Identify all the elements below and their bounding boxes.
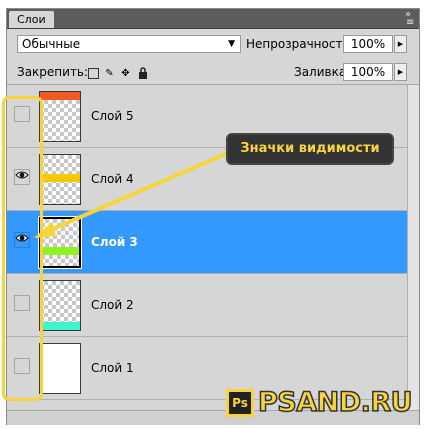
logo-text: PSAND.RU: [257, 386, 413, 419]
callout-arrow: [34, 150, 231, 238]
callout-box: Значки видимости: [226, 133, 394, 165]
site-logo: Ps PSAND.RU: [226, 386, 422, 420]
ps-badge: Ps: [226, 389, 254, 417]
callout-text: Значки видимости: [240, 141, 380, 156]
